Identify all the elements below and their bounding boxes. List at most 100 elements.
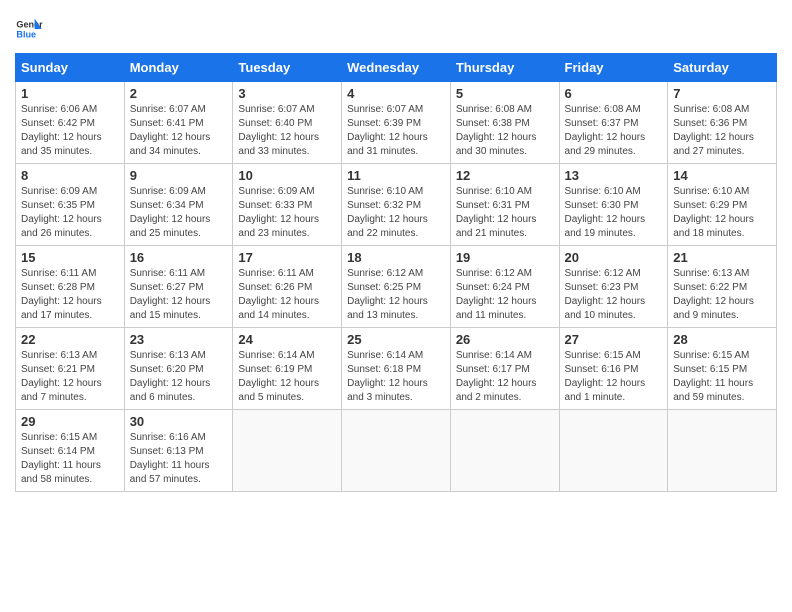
day-info: Sunrise: 6:10 AMSunset: 6:30 PMDaylight:… — [565, 186, 646, 239]
day-info: Sunrise: 6:10 AMSunset: 6:32 PMDaylight:… — [347, 186, 428, 239]
logo: General Blue — [15, 15, 43, 43]
day-info: Sunrise: 6:11 AMSunset: 6:27 PMDaylight:… — [130, 268, 211, 321]
svg-text:Blue: Blue — [16, 29, 36, 39]
day-info: Sunrise: 6:16 AMSunset: 6:13 PMDaylight:… — [130, 432, 210, 485]
day-number: 8 — [21, 168, 119, 183]
calendar-cell — [342, 410, 451, 492]
calendar-cell: 15Sunrise: 6:11 AMSunset: 6:28 PMDayligh… — [16, 246, 125, 328]
day-info: Sunrise: 6:09 AMSunset: 6:34 PMDaylight:… — [130, 186, 211, 239]
day-number: 13 — [565, 168, 663, 183]
calendar-cell: 2 Sunrise: 6:07 AMSunset: 6:41 PMDaylight… — [124, 82, 233, 164]
day-info: Sunrise: 6:15 AMSunset: 6:14 PMDaylight:… — [21, 432, 101, 485]
calendar-cell: 3 Sunrise: 6:07 AMSunset: 6:40 PMDaylight… — [233, 82, 342, 164]
day-info: Sunrise: 6:13 AMSunset: 6:20 PMDaylight:… — [130, 350, 211, 403]
day-number: 29 — [21, 414, 119, 429]
calendar-cell: 29 Sunrise: 6:15 AMSunset: 6:14 PMDayligh… — [16, 410, 125, 492]
calendar-cell: 23 Sunrise: 6:13 AMSunset: 6:20 PMDayligh… — [124, 328, 233, 410]
calendar-cell — [668, 410, 777, 492]
day-info: Sunrise: 6:14 AMSunset: 6:18 PMDaylight:… — [347, 350, 428, 403]
calendar-cell: 17 Sunrise: 6:11 AMSunset: 6:26 PMDayligh… — [233, 246, 342, 328]
day-info: Sunrise: 6:12 AMSunset: 6:24 PMDaylight:… — [456, 268, 537, 321]
day-number: 4 — [347, 86, 445, 101]
day-number: 12 — [456, 168, 554, 183]
day-info: Sunrise: 6:07 AMSunset: 6:40 PMDaylight:… — [238, 104, 319, 157]
day-info: Sunrise: 6:13 AMSunset: 6:22 PMDaylight:… — [673, 268, 754, 321]
calendar-cell: 28Sunrise: 6:15 AMSunset: 6:15 PMDayligh… — [668, 328, 777, 410]
calendar-cell: 27 Sunrise: 6:15 AMSunset: 6:16 PMDayligh… — [559, 328, 668, 410]
day-info: Sunrise: 6:14 AMSunset: 6:17 PMDaylight:… — [456, 350, 537, 403]
day-number: 7 — [673, 86, 771, 101]
day-number: 26 — [456, 332, 554, 347]
day-info: Sunrise: 6:15 AMSunset: 6:16 PMDaylight:… — [565, 350, 646, 403]
day-info: Sunrise: 6:07 AMSunset: 6:41 PMDaylight:… — [130, 104, 211, 157]
calendar-body: 1 Sunrise: 6:06 AMSunset: 6:42 PMDaylight… — [16, 82, 777, 492]
col-header-monday: Monday — [124, 54, 233, 82]
day-info: Sunrise: 6:08 AMSunset: 6:36 PMDaylight:… — [673, 104, 754, 157]
day-info: Sunrise: 6:14 AMSunset: 6:19 PMDaylight:… — [238, 350, 319, 403]
day-number: 20 — [565, 250, 663, 265]
page-header: General Blue — [15, 15, 777, 43]
day-number: 9 — [130, 168, 228, 183]
calendar-cell: 13 Sunrise: 6:10 AMSunset: 6:30 PMDayligh… — [559, 164, 668, 246]
day-info: Sunrise: 6:06 AMSunset: 6:42 PMDaylight:… — [21, 104, 102, 157]
day-number: 3 — [238, 86, 336, 101]
calendar-week-1: 1 Sunrise: 6:06 AMSunset: 6:42 PMDaylight… — [16, 82, 777, 164]
col-header-saturday: Saturday — [668, 54, 777, 82]
calendar-cell: 12 Sunrise: 6:10 AMSunset: 6:31 PMDayligh… — [450, 164, 559, 246]
day-number: 23 — [130, 332, 228, 347]
calendar-week-5: 29 Sunrise: 6:15 AMSunset: 6:14 PMDayligh… — [16, 410, 777, 492]
calendar-cell: 1 Sunrise: 6:06 AMSunset: 6:42 PMDaylight… — [16, 82, 125, 164]
calendar-cell: 18Sunrise: 6:12 AMSunset: 6:25 PMDayligh… — [342, 246, 451, 328]
col-header-wednesday: Wednesday — [342, 54, 451, 82]
calendar-cell: 25 Sunrise: 6:14 AMSunset: 6:18 PMDayligh… — [342, 328, 451, 410]
day-number: 17 — [238, 250, 336, 265]
day-number: 25 — [347, 332, 445, 347]
col-header-thursday: Thursday — [450, 54, 559, 82]
day-number: 27 — [565, 332, 663, 347]
day-number: 21 — [673, 250, 771, 265]
calendar-cell: 22 Sunrise: 6:13 AMSunset: 6:21 PMDayligh… — [16, 328, 125, 410]
day-info: Sunrise: 6:10 AMSunset: 6:29 PMDaylight:… — [673, 186, 754, 239]
calendar-cell: 24 Sunrise: 6:14 AMSunset: 6:19 PMDayligh… — [233, 328, 342, 410]
day-number: 24 — [238, 332, 336, 347]
day-number: 11 — [347, 168, 445, 183]
calendar-cell: 4 Sunrise: 6:07 AMSunset: 6:39 PMDaylight… — [342, 82, 451, 164]
calendar-cell — [233, 410, 342, 492]
day-number: 22 — [21, 332, 119, 347]
calendar-cell — [450, 410, 559, 492]
calendar-week-2: 8 Sunrise: 6:09 AMSunset: 6:35 PMDaylight… — [16, 164, 777, 246]
calendar-cell: 21 Sunrise: 6:13 AMSunset: 6:22 PMDayligh… — [668, 246, 777, 328]
calendar-cell: 16 Sunrise: 6:11 AMSunset: 6:27 PMDayligh… — [124, 246, 233, 328]
col-header-tuesday: Tuesday — [233, 54, 342, 82]
day-info: Sunrise: 6:10 AMSunset: 6:31 PMDaylight:… — [456, 186, 537, 239]
calendar-cell: 10Sunrise: 6:09 AMSunset: 6:33 PMDayligh… — [233, 164, 342, 246]
calendar-cell: 14 Sunrise: 6:10 AMSunset: 6:29 PMDayligh… — [668, 164, 777, 246]
day-number: 16 — [130, 250, 228, 265]
day-number: 14 — [673, 168, 771, 183]
day-number: 1 — [21, 86, 119, 101]
day-number: 30 — [130, 414, 228, 429]
day-number: 15 — [21, 250, 119, 265]
calendar-header-row: SundayMondayTuesdayWednesdayThursdayFrid… — [16, 54, 777, 82]
calendar-week-4: 22 Sunrise: 6:13 AMSunset: 6:21 PMDayligh… — [16, 328, 777, 410]
day-number: 6 — [565, 86, 663, 101]
calendar-cell — [559, 410, 668, 492]
calendar-cell: 6Sunrise: 6:08 AMSunset: 6:37 PMDaylight… — [559, 82, 668, 164]
calendar-cell: 7 Sunrise: 6:08 AMSunset: 6:36 PMDaylight… — [668, 82, 777, 164]
calendar-cell: 5Sunrise: 6:08 AMSunset: 6:38 PMDaylight… — [450, 82, 559, 164]
calendar-cell: 19 Sunrise: 6:12 AMSunset: 6:24 PMDayligh… — [450, 246, 559, 328]
calendar-cell: 30 Sunrise: 6:16 AMSunset: 6:13 PMDayligh… — [124, 410, 233, 492]
day-number: 18 — [347, 250, 445, 265]
logo-icon: General Blue — [15, 15, 43, 43]
day-info: Sunrise: 6:12 AMSunset: 6:23 PMDaylight:… — [565, 268, 646, 321]
day-number: 19 — [456, 250, 554, 265]
day-info: Sunrise: 6:11 AMSunset: 6:26 PMDaylight:… — [238, 268, 319, 321]
day-number: 2 — [130, 86, 228, 101]
day-info: Sunrise: 6:07 AMSunset: 6:39 PMDaylight:… — [347, 104, 428, 157]
day-info: Sunrise: 6:09 AMSunset: 6:35 PMDaylight:… — [21, 186, 102, 239]
col-header-sunday: Sunday — [16, 54, 125, 82]
calendar-week-3: 15Sunrise: 6:11 AMSunset: 6:28 PMDayligh… — [16, 246, 777, 328]
calendar-cell: 11 Sunrise: 6:10 AMSunset: 6:32 PMDayligh… — [342, 164, 451, 246]
day-number: 28 — [673, 332, 771, 347]
day-info: Sunrise: 6:13 AMSunset: 6:21 PMDaylight:… — [21, 350, 102, 403]
